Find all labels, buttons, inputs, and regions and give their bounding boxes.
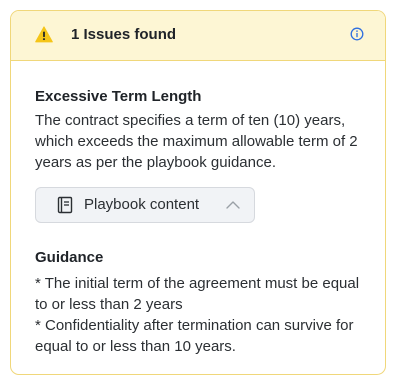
info-icon[interactable] bbox=[350, 27, 364, 41]
guidance-title: Guidance bbox=[35, 249, 104, 266]
playbook-content-button[interactable]: Playbook content bbox=[35, 187, 255, 223]
issue-description: The contract specifies a term of ten (10… bbox=[35, 112, 358, 171]
warning-icon bbox=[35, 26, 53, 43]
guidance-item: * Confidentiality after termination can … bbox=[35, 317, 354, 355]
guidance-item: * The initial term of the agreement must… bbox=[35, 275, 360, 313]
chevron-up-icon bbox=[226, 201, 240, 209]
guidance-list: * The initial term of the agreement must… bbox=[35, 273, 375, 357]
issue-title: Excessive Term Length bbox=[35, 88, 202, 105]
issues-header: 1 Issues found bbox=[11, 11, 385, 61]
playbook-content-label: Playbook content bbox=[84, 196, 200, 213]
book-icon bbox=[57, 196, 73, 214]
issues-card: 1 Issues found Excessive Term Length The… bbox=[10, 10, 386, 375]
issues-count-title: 1 Issues found bbox=[71, 26, 177, 43]
